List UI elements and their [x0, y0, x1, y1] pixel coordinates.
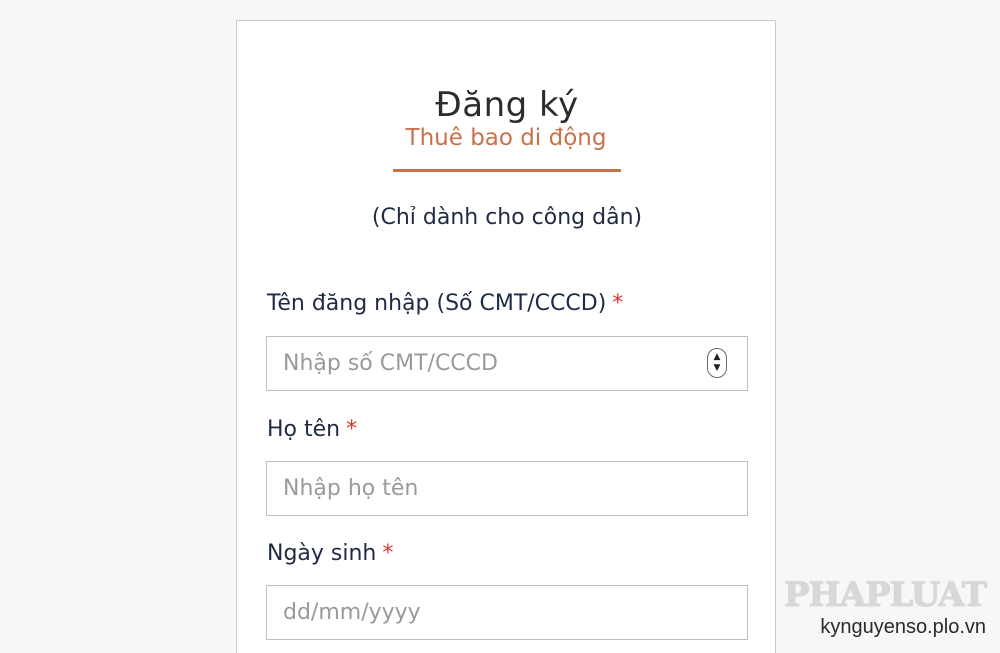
username-label-text: Tên đăng nhập (Số CMT/CCCD): [267, 291, 607, 316]
watermark-url: kynguyenso.plo.vn: [820, 616, 986, 638]
tab-active-underline: [393, 169, 621, 172]
fullname-input[interactable]: [266, 461, 748, 516]
birthdate-input[interactable]: [266, 585, 748, 640]
username-label: Tên đăng nhập (Số CMT/CCCD) *: [267, 291, 623, 316]
chevron-up-icon[interactable]: ▲: [714, 352, 721, 363]
fullname-label: Họ tên *: [267, 417, 357, 442]
registration-card: Đăng ký Thuê bao di động (Chỉ dành cho c…: [236, 20, 776, 653]
citizen-only-note: (Chỉ dành cho công dân): [371, 205, 643, 230]
required-mark: *: [612, 291, 624, 316]
chevron-down-icon[interactable]: ▼: [714, 363, 721, 374]
number-spinner[interactable]: ▲ ▼: [707, 348, 727, 378]
tab-mobile-subscriber[interactable]: Thuê bao di động: [391, 125, 621, 173]
birthdate-label-text: Ngày sinh: [267, 541, 377, 566]
watermark: PHAPLUAT kynguyenso.plo.vn: [783, 575, 987, 639]
page-title: Đăng ký: [435, 85, 579, 125]
required-mark: *: [382, 541, 394, 566]
birthdate-label: Ngày sinh *: [267, 541, 393, 566]
id-number-input[interactable]: [266, 336, 748, 391]
phapluat-logo: PHAPLUAT: [783, 575, 987, 615]
fullname-label-text: Họ tên: [267, 417, 341, 442]
required-mark: *: [346, 417, 358, 442]
page: Đăng ký Thuê bao di động (Chỉ dành cho c…: [0, 0, 1000, 653]
